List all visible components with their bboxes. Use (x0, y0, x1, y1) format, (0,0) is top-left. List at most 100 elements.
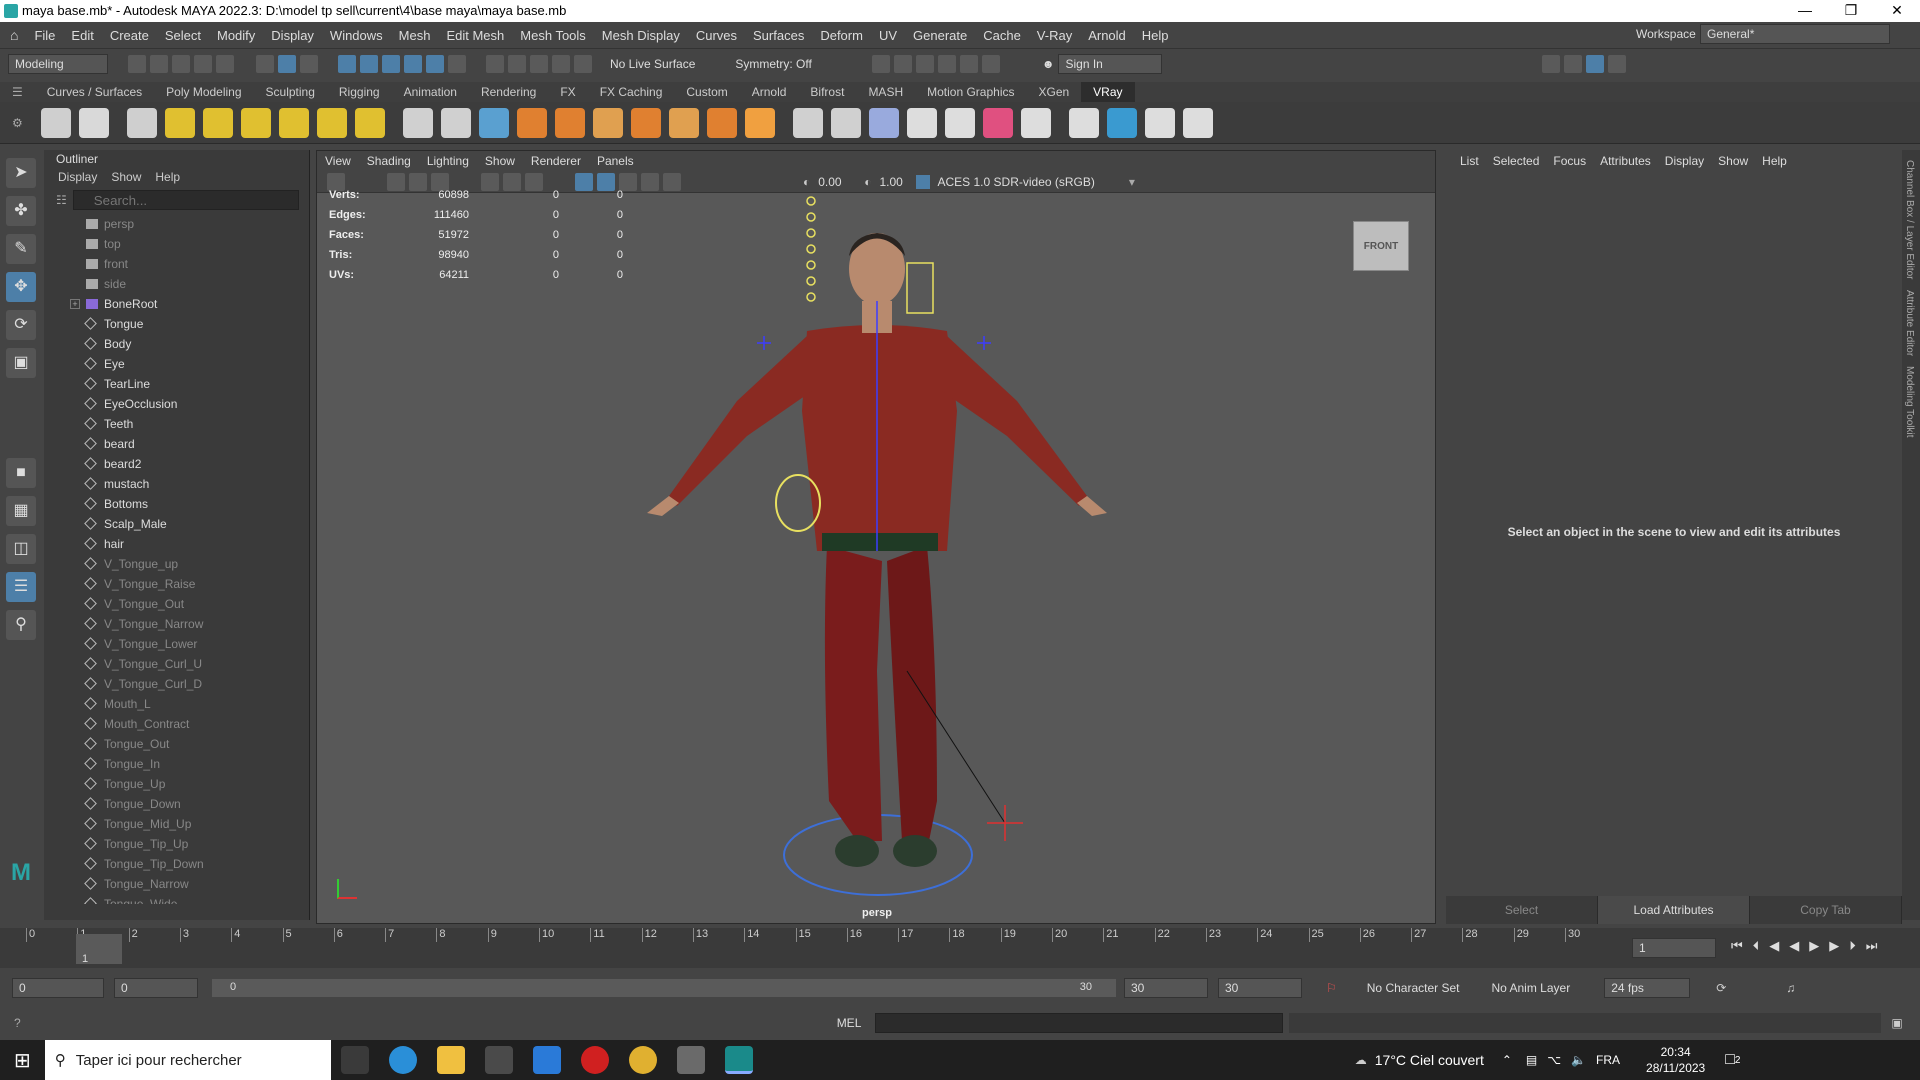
task-view-icon[interactable] (340, 1046, 369, 1074)
dock-tab-modeling-toolkit[interactable]: Modeling Toolkit (1904, 366, 1915, 438)
anim-start-field[interactable]: 0 (114, 978, 198, 998)
maximize-button[interactable]: ❐ (1828, 0, 1874, 22)
shelf-tool-icon[interactable] (668, 107, 699, 138)
ipr-render-icon[interactable] (530, 54, 548, 73)
taskbar-search[interactable]: ⚲ Taper ici pour rechercher (44, 1040, 331, 1080)
shelf-tool-icon[interactable] (240, 107, 271, 138)
outliner-item[interactable]: V_Tongue_Curl_U (44, 654, 309, 674)
save-scene-icon[interactable] (172, 54, 190, 73)
modeling-toolkit-icon[interactable] (1542, 54, 1561, 73)
shelf-tab-custom[interactable]: Custom (674, 82, 739, 102)
character-rig[interactable] (317, 151, 1437, 925)
range-end-field[interactable]: 30 (1124, 978, 1208, 998)
snap-grid-icon[interactable] (338, 54, 356, 73)
step-back-frame-icon[interactable]: ◀ (1769, 938, 1779, 954)
shelf-tool-icon[interactable] (592, 107, 623, 138)
shelf-tool-icon[interactable] (478, 107, 509, 138)
shelf-tab-animation[interactable]: Animation (392, 82, 469, 102)
command-input[interactable] (875, 1013, 1284, 1033)
shelf-tool-icon[interactable] (868, 107, 899, 138)
outliner-menu-display[interactable]: Display (58, 170, 97, 184)
outliner-item[interactable]: Tongue_In (44, 754, 309, 774)
chrome-icon[interactable] (628, 1046, 657, 1074)
four-view-icon[interactable]: ▦ (6, 496, 36, 526)
paint-select-icon[interactable]: ✎ (6, 234, 36, 264)
outliner-item[interactable]: beard2 (44, 454, 309, 474)
outliner-item[interactable]: V_Tongue_Narrow (44, 614, 309, 634)
snap-view-icon[interactable] (404, 54, 422, 73)
menu-deform[interactable]: Deform (820, 28, 863, 43)
menu-curves[interactable]: Curves (696, 28, 737, 43)
symmetry-label[interactable]: Symmetry: Off (735, 57, 811, 71)
outliner-menu-show[interactable]: Show (111, 170, 141, 184)
shelf-tool-icon[interactable] (982, 107, 1013, 138)
current-frame-field[interactable]: 1 (1632, 938, 1716, 958)
loop-icon[interactable]: ⟳ (1716, 981, 1726, 995)
character-set-dropdown[interactable]: No Character Set (1367, 981, 1460, 995)
lasso-tool-icon[interactable]: ✤ (6, 196, 36, 226)
shelf-menu-icon[interactable]: ☰ (12, 85, 23, 99)
shelf-tab-mash[interactable]: MASH (856, 82, 915, 102)
outliner-item[interactable]: Tongue_Mid_Up (44, 814, 309, 834)
move-tool-icon[interactable]: ✥ (6, 272, 36, 302)
snap-surface-icon[interactable] (426, 54, 444, 73)
dock-tab-channel-box-layer-editor[interactable]: Channel Box / Layer Editor (1904, 160, 1915, 280)
app-icon[interactable] (676, 1046, 705, 1074)
outliner-item[interactable]: V_Tongue_Lower (44, 634, 309, 654)
shelf-tool-icon[interactable] (1020, 107, 1051, 138)
shelf-tool-icon[interactable] (440, 107, 471, 138)
menu-modify[interactable]: Modify (217, 28, 255, 43)
outliner-item[interactable]: Tongue_Tip_Down (44, 854, 309, 874)
outliner-item[interactable]: Mouth_L (44, 694, 309, 714)
minimize-button[interactable]: — (1782, 0, 1828, 22)
outliner-item[interactable]: top (44, 234, 309, 254)
shelf-tool-icon[interactable] (1182, 107, 1213, 138)
outliner-item[interactable]: V_Tongue_Curl_D (44, 674, 309, 694)
shelf-tool-icon[interactable] (40, 107, 71, 138)
attr-menu-display[interactable]: Display (1665, 150, 1704, 172)
shelf-tool-icon[interactable] (1144, 107, 1175, 138)
pause-icon[interactable] (981, 54, 1000, 73)
outliner-item[interactable]: Tongue_Down (44, 794, 309, 814)
arnold-render-icon[interactable] (937, 54, 956, 73)
fps-dropdown[interactable]: 24 fps (1604, 978, 1691, 998)
attr-menu-show[interactable]: Show (1718, 150, 1748, 172)
menu-create[interactable]: Create (110, 28, 149, 43)
notification-icon[interactable]: □ (1725, 1051, 1735, 1069)
snap-curve-icon[interactable] (360, 54, 378, 73)
expand-icon[interactable]: + (70, 299, 80, 309)
outliner-search-input[interactable] (72, 190, 299, 210)
outliner-item[interactable]: Tongue_Up (44, 774, 309, 794)
lock-icon[interactable] (448, 54, 466, 73)
anim-layer-dropdown[interactable]: No Anim Layer (1491, 981, 1570, 995)
construction-history-icon[interactable] (486, 54, 504, 73)
menu-select[interactable]: Select (165, 28, 201, 43)
attr-menu-focus[interactable]: Focus (1553, 150, 1586, 172)
network-icon[interactable]: ▤ (1526, 1053, 1537, 1067)
shelf-tab-rendering[interactable]: Rendering (469, 82, 548, 102)
undo-icon[interactable] (194, 54, 212, 73)
menu-uv[interactable]: UV (879, 28, 897, 43)
menu-generate[interactable]: Generate (913, 28, 967, 43)
outliner-item[interactable]: + BoneRoot (44, 294, 309, 314)
render-frame-icon[interactable] (508, 54, 526, 73)
shelf-tab-fx-caching[interactable]: FX Caching (588, 82, 675, 102)
select-tool-icon[interactable]: ➤ (6, 158, 36, 188)
weather-text[interactable]: 17°C Ciel couvert (1375, 1052, 1484, 1068)
range-start-field[interactable]: 0 (12, 978, 104, 998)
menu-help[interactable]: Help (1142, 28, 1169, 43)
shelf-tab-motion-graphics[interactable]: Motion Graphics (915, 82, 1026, 102)
shelf-tool-icon[interactable] (1106, 107, 1137, 138)
shelf-tab-bifrost[interactable]: Bifrost (798, 82, 856, 102)
rotate-tool-icon[interactable]: ⟳ (6, 310, 36, 340)
outliner-item[interactable]: TearLine (44, 374, 309, 394)
store-icon[interactable] (484, 1046, 513, 1074)
menu-display[interactable]: Display (271, 28, 314, 43)
current-frame-marker[interactable]: 1 (76, 934, 122, 965)
shelf-tab-fx[interactable]: FX (548, 82, 587, 102)
outliner-item[interactable]: Tongue_Tip_Up (44, 834, 309, 854)
outliner-item[interactable]: Eye (44, 354, 309, 374)
tool-settings-icon[interactable] (1608, 54, 1627, 73)
outliner-item[interactable]: beard (44, 434, 309, 454)
go-to-start-icon[interactable]: ⏮ (1731, 938, 1743, 954)
